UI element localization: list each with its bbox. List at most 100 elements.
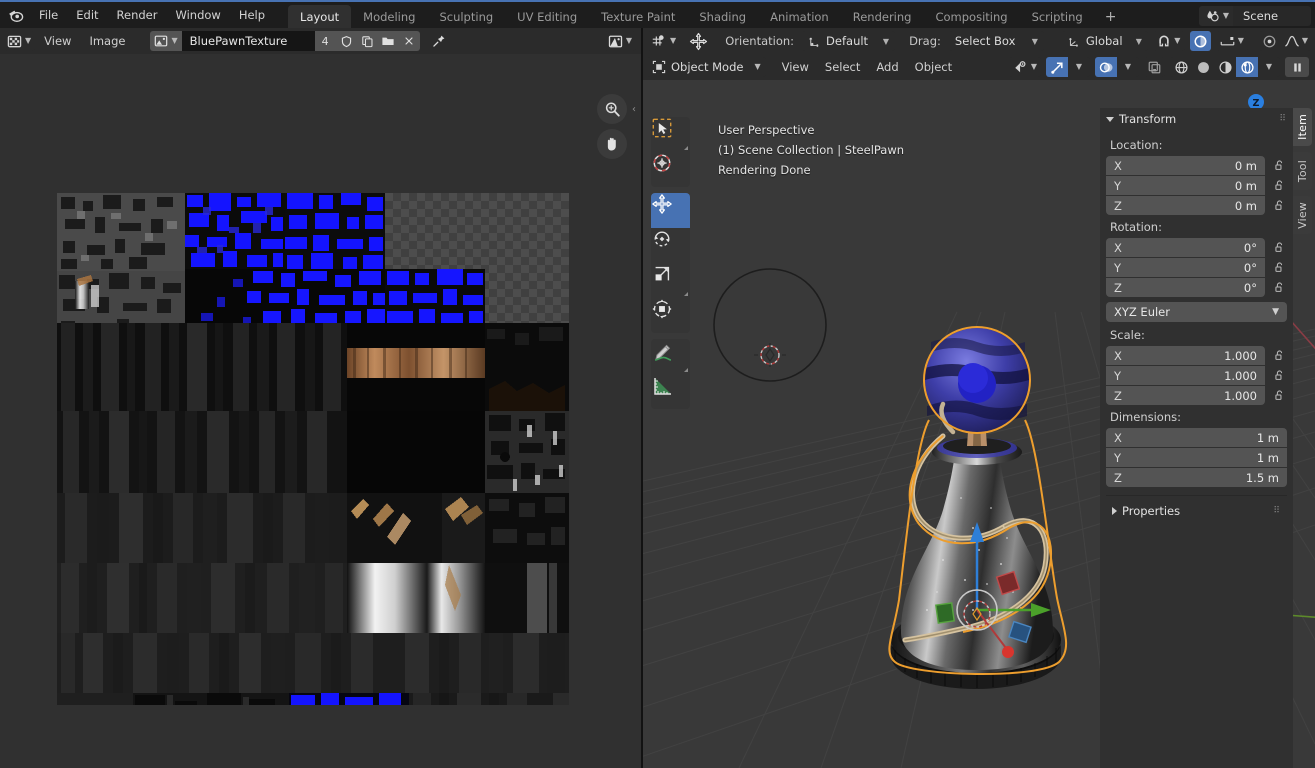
gizmo-icon[interactable]: [1046, 57, 1068, 77]
scene-icon[interactable]: ▼: [1198, 6, 1233, 26]
chevron-left-icon[interactable]: ‹: [629, 100, 639, 118]
unlocked-padlock-icon[interactable]: [1271, 349, 1287, 362]
fake-user-icon[interactable]: [335, 31, 357, 51]
viewport-menu-view[interactable]: View: [774, 57, 817, 77]
location-y-field[interactable]: Y 0 m: [1106, 176, 1265, 195]
unlocked-padlock-icon[interactable]: [1271, 281, 1287, 294]
shading-rendered-icon[interactable]: [1236, 57, 1258, 77]
image-editor-menu-image[interactable]: Image: [80, 31, 134, 51]
tool-transform[interactable]: [651, 298, 690, 333]
image-editor-menu-view[interactable]: View: [35, 31, 80, 51]
drag-dropdown[interactable]: Select Box ▼: [948, 31, 1044, 51]
proportional-edit-icon[interactable]: [1189, 31, 1211, 51]
dimensions-x-field[interactable]: X 1 m: [1106, 428, 1287, 447]
workspace-tab-animation[interactable]: Animation: [758, 5, 841, 29]
viewport-menu-select[interactable]: Select: [817, 57, 868, 77]
browse-image-icon[interactable]: ▼: [150, 31, 182, 51]
active-tool-icon[interactable]: ▼: [647, 31, 681, 51]
rotation-mode-dropdown[interactable]: XYZ Euler ▼: [1106, 302, 1287, 322]
pin-icon[interactable]: [428, 31, 450, 51]
location-z-field[interactable]: Z 0 m: [1106, 196, 1265, 215]
dimensions-y-field[interactable]: Y 1 m: [1106, 448, 1287, 467]
unlocked-padlock-icon[interactable]: [1271, 199, 1287, 212]
overlays-options-chevron-down-icon[interactable]: ▼: [1117, 57, 1139, 77]
unlocked-padlock-icon[interactable]: [1271, 159, 1287, 172]
display-channels-icon[interactable]: ▼: [603, 31, 636, 51]
sidebar-tab-item[interactable]: Item: [1293, 108, 1312, 146]
unlocked-padlock-icon[interactable]: [1271, 241, 1287, 254]
unlocked-padlock-icon[interactable]: [1271, 261, 1287, 274]
editor-type-icon[interactable]: ▼: [4, 31, 36, 51]
dimensions-z-field[interactable]: Z 1.5 m: [1106, 468, 1287, 487]
sidebar-tab-tool[interactable]: Tool: [1293, 152, 1312, 190]
image-name-field[interactable]: BluePawnTexture: [181, 31, 315, 51]
menu-file[interactable]: File: [30, 5, 67, 25]
scale-y-field[interactable]: Y 1.000: [1106, 366, 1265, 385]
image-users-count[interactable]: 4: [314, 31, 336, 51]
sidebar-tab-view[interactable]: View: [1293, 196, 1312, 234]
shading-wireframe-icon[interactable]: [1170, 57, 1192, 77]
viewport-menu-add[interactable]: Add: [868, 57, 906, 77]
open-image-icon[interactable]: [377, 31, 399, 51]
snap-target-icon[interactable]: [1258, 31, 1281, 51]
falloff-curve-icon[interactable]: ▼: [1215, 31, 1248, 51]
menu-edit[interactable]: Edit: [67, 5, 107, 25]
workspace-tab-modeling[interactable]: Modeling: [351, 5, 427, 29]
workspace-tab-layout[interactable]: Layout: [288, 5, 352, 29]
tool-scale[interactable]: [651, 263, 690, 298]
panel-drag-grip[interactable]: ⠿: [1273, 506, 1281, 516]
snap-magnet-icon[interactable]: ▼: [1152, 31, 1185, 51]
rotation-x-field[interactable]: X 0°: [1106, 238, 1265, 257]
gizmo-options-chevron-down-icon[interactable]: ▼: [1068, 57, 1090, 77]
xray-icon[interactable]: [1144, 57, 1165, 77]
tool-annotate[interactable]: [651, 339, 690, 374]
workspace-tab-compositing[interactable]: Compositing: [923, 5, 1019, 29]
workspace-tab-uv-editing[interactable]: UV Editing: [505, 5, 589, 29]
tool-select-box[interactable]: [651, 117, 690, 152]
unlocked-padlock-icon[interactable]: [1271, 369, 1287, 382]
menu-help[interactable]: Help: [230, 5, 274, 25]
transform-orientation-dropdown[interactable]: Global ▼: [1061, 31, 1148, 51]
object-mode-dropdown[interactable]: Object Mode ▼: [647, 57, 766, 77]
transform-panel-header[interactable]: Transform ⠿: [1100, 108, 1293, 130]
hand-icon[interactable]: [597, 129, 627, 159]
scale-x-field[interactable]: X 1.000: [1106, 346, 1265, 365]
falloff-smooth-icon[interactable]: ▼: [1280, 31, 1311, 51]
blender-logo-icon[interactable]: [0, 1, 30, 29]
zoom-icon[interactable]: [597, 94, 627, 124]
menu-window[interactable]: Window: [166, 5, 229, 25]
location-x-field[interactable]: X 0 m: [1106, 156, 1265, 175]
workspace-tab-scripting[interactable]: Scripting: [1020, 5, 1095, 29]
rotation-z-field[interactable]: Z 0°: [1106, 278, 1265, 297]
tool-measure[interactable]: [651, 374, 690, 409]
tool-rotate[interactable]: [651, 228, 690, 263]
shading-options-chevron-down-icon[interactable]: ▼: [1258, 57, 1280, 77]
scale-z-field[interactable]: Z 1.000: [1106, 386, 1265, 405]
unlink-icon[interactable]: [398, 31, 420, 51]
image-editor-canvas[interactable]: ‹: [0, 54, 641, 768]
panel-drag-grip[interactable]: ⠿: [1279, 114, 1287, 124]
object-visibility-icon[interactable]: ▼: [1009, 57, 1041, 77]
tool-move[interactable]: [651, 193, 690, 228]
viewport-menu-object[interactable]: Object: [907, 57, 960, 77]
overlays-icon[interactable]: [1095, 57, 1117, 77]
unlocked-padlock-icon[interactable]: [1271, 179, 1287, 192]
shading-solid-icon[interactable]: [1192, 57, 1214, 77]
rotation-y-field[interactable]: Y 0°: [1106, 258, 1265, 277]
workspace-tab-texture-paint[interactable]: Texture Paint: [589, 5, 687, 29]
shading-material-preview-icon[interactable]: [1214, 57, 1236, 77]
tool-cursor[interactable]: [651, 152, 690, 187]
move-tool-icon[interactable]: [686, 32, 711, 51]
workspace-tab-rendering[interactable]: Rendering: [841, 5, 924, 29]
unlocked-padlock-icon[interactable]: [1271, 389, 1287, 402]
new-image-icon[interactable]: [356, 31, 378, 51]
orientation-dropdown[interactable]: Default ▼: [802, 31, 896, 51]
pause-render-icon[interactable]: [1285, 57, 1309, 77]
texture-image[interactable]: [57, 193, 569, 705]
scene-name-field[interactable]: Scene: [1233, 6, 1311, 26]
add-workspace-button[interactable]: +: [1095, 5, 1127, 29]
menu-render[interactable]: Render: [108, 5, 167, 25]
properties-panel-header[interactable]: Properties ⠿: [1106, 500, 1287, 522]
workspace-tab-shading[interactable]: Shading: [687, 5, 758, 29]
workspace-tab-sculpting[interactable]: Sculpting: [427, 5, 505, 29]
